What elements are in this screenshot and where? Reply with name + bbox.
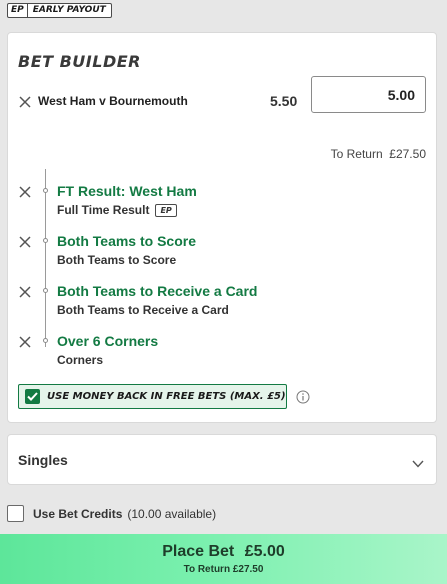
match-name: West Ham v Bournemouth xyxy=(38,94,188,108)
selection-name: FT Result: West Ham xyxy=(57,183,197,199)
selection-market: Both Teams to Receive a Card xyxy=(57,303,229,317)
bet-builder-title: BET BUILDER xyxy=(18,52,141,71)
selection-market-label: Full Time Result xyxy=(57,203,150,217)
selection-name: Both Teams to Receive a Card xyxy=(57,283,258,299)
ep-code: EP xyxy=(8,4,28,17)
timeline-dot xyxy=(43,188,48,193)
ep-text: EARLY PAYOUT xyxy=(32,5,106,15)
stake-input[interactable] xyxy=(311,76,426,113)
chevron-down-icon[interactable] xyxy=(412,455,424,468)
to-return: To Return £27.50 xyxy=(330,147,426,161)
bet-credits-label: Use Bet Credits xyxy=(33,506,123,521)
singles-label: Singles xyxy=(18,452,68,468)
selection-name: Over 6 Corners xyxy=(57,333,159,349)
selection-name: Both Teams to Score xyxy=(57,233,196,249)
check-icon[interactable] xyxy=(25,389,40,404)
close-icon[interactable] xyxy=(19,96,31,108)
selection-timeline xyxy=(45,169,46,347)
singles-section[interactable]: Singles xyxy=(7,434,437,485)
remove-selection-icon[interactable] xyxy=(19,336,31,348)
place-bet-button[interactable]: Place Bet £5.00 To Return £27.50 xyxy=(0,534,447,584)
money-back-toggle[interactable]: USE MONEY BACK IN FREE BETS (MAX. £5) xyxy=(18,384,287,409)
place-bet-return: To Return £27.50 xyxy=(183,564,264,575)
early-payout-banner: EP EARLY PAYOUT xyxy=(7,3,112,18)
place-bet-amount: £5.00 xyxy=(244,543,285,560)
bet-builder-card: BET BUILDER West Ham v Bournemouth 5.50 … xyxy=(7,32,437,423)
timeline-dot xyxy=(43,288,48,293)
ep-badge: EP xyxy=(155,203,177,217)
bet-credits-checkbox[interactable] xyxy=(7,505,24,522)
selection-market: Full Time Result EP xyxy=(57,203,177,217)
place-bet-main: Place Bet £5.00 xyxy=(162,543,285,561)
place-bet-label: Place Bet xyxy=(162,543,235,560)
remove-selection-icon[interactable] xyxy=(19,286,31,298)
bet-credits-available: (10.00 available) xyxy=(127,506,217,521)
info-icon[interactable] xyxy=(296,390,310,404)
bet-credits-row[interactable]: Use Bet Credits (10.00 available) xyxy=(7,505,216,522)
selection-market: Corners xyxy=(57,353,104,367)
money-back-label: USE MONEY BACK IN FREE BETS (MAX. £5) xyxy=(47,391,286,402)
timeline-dot xyxy=(43,238,48,243)
remove-selection-icon[interactable] xyxy=(19,236,31,248)
odds-value: 5.50 xyxy=(270,93,298,109)
timeline-dot xyxy=(43,338,48,343)
remove-selection-icon[interactable] xyxy=(19,186,31,198)
selection-market: Both Teams to Score xyxy=(57,253,177,267)
